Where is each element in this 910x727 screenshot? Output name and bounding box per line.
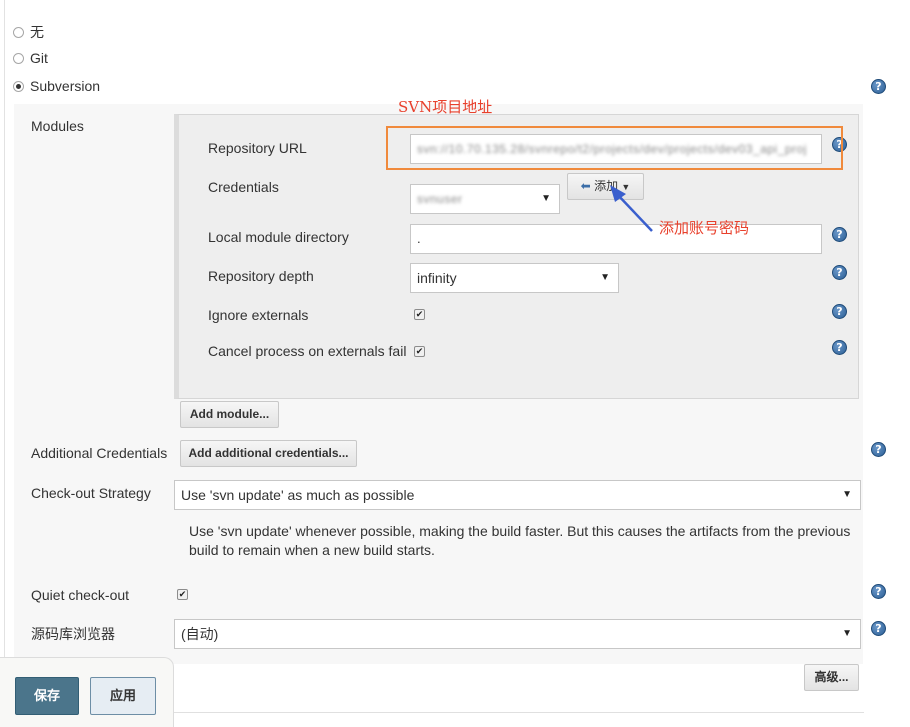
local-module-directory-value: .	[417, 231, 421, 246]
url-highlight-box	[386, 126, 843, 170]
help-icon[interactable]: ?	[871, 621, 886, 636]
help-icon[interactable]: ?	[832, 227, 847, 242]
annotation-svn-url: SVN项目地址	[398, 98, 493, 116]
repo-browser-value: (自动)	[181, 626, 219, 642]
add-module-button[interactable]: Add module...	[180, 401, 279, 428]
checkout-strategy-description: Use 'svn update' whenever possible, maki…	[189, 523, 851, 558]
repository-depth-label: Repository depth	[208, 268, 314, 284]
scm-option-subversion[interactable]: Subversion	[13, 78, 100, 94]
ignore-externals-checkbox[interactable]: ✔	[414, 309, 425, 320]
radio-git[interactable]	[13, 52, 24, 64]
save-button[interactable]: 保存	[15, 677, 79, 715]
credentials-value: svnuser	[417, 192, 463, 206]
repo-browser-label: 源码库浏览器	[31, 626, 115, 642]
repository-url-label: Repository URL	[208, 140, 307, 156]
checkout-strategy-select[interactable]: Use 'svn update' as much as possible ▼	[174, 480, 861, 510]
help-icon[interactable]: ?	[832, 304, 847, 319]
arrow-left-icon: ⬅	[580, 179, 591, 193]
repository-depth-value: infinity	[417, 270, 457, 286]
divider	[174, 712, 864, 713]
scm-option-none-label: 无	[30, 24, 44, 40]
help-icon[interactable]: ?	[871, 584, 886, 599]
annotation-arrow	[610, 185, 653, 232]
checkout-strategy-label: Check-out Strategy	[31, 485, 151, 501]
add-additional-credentials-button[interactable]: Add additional credentials...	[180, 440, 357, 467]
repo-browser-select[interactable]: (自动) ▼	[174, 619, 861, 649]
checkout-strategy-value: Use 'svn update' as much as possible	[181, 487, 415, 503]
credentials-label: Credentials	[208, 179, 279, 195]
apply-button[interactable]: 应用	[90, 677, 156, 715]
additional-credentials-label: Additional Credentials	[31, 445, 168, 461]
annotation-add-account: 添加账号密码	[659, 219, 750, 237]
scm-option-subversion-label: Subversion	[30, 78, 101, 94]
radio-none[interactable]	[13, 26, 24, 38]
help-icon[interactable]: ?	[832, 340, 847, 355]
quiet-checkout-label: Quiet check-out	[31, 587, 130, 603]
quiet-checkout-checkbox[interactable]: ✔	[177, 589, 188, 600]
caret-down-icon: ▼	[541, 193, 551, 204]
cancel-externals-label: Cancel process on externals fail	[208, 343, 407, 359]
local-module-directory-label: Local module directory	[208, 229, 349, 245]
modules-label: Modules	[31, 118, 84, 134]
caret-down-icon: ▼	[842, 489, 852, 500]
ignore-externals-label: Ignore externals	[208, 307, 309, 323]
help-icon[interactable]: ?	[832, 265, 847, 280]
cancel-externals-checkbox[interactable]: ✔	[414, 346, 425, 357]
help-icon[interactable]: ?	[871, 79, 886, 94]
scm-option-git-label: Git	[30, 50, 48, 66]
advanced-button[interactable]: 高级...	[804, 664, 859, 691]
credentials-select[interactable]: svnuser ▼	[410, 184, 560, 214]
scm-option-git[interactable]: Git	[13, 50, 48, 66]
scm-option-none[interactable]: 无	[13, 22, 44, 42]
caret-down-icon: ▼	[842, 628, 852, 639]
caret-down-icon: ▼	[600, 272, 610, 283]
annotation-arrow-shaft	[615, 192, 653, 232]
left-border	[4, 0, 5, 722]
repository-depth-select[interactable]: infinity ▼	[410, 263, 619, 293]
help-icon[interactable]: ?	[871, 442, 886, 457]
radio-subversion[interactable]	[13, 80, 24, 92]
